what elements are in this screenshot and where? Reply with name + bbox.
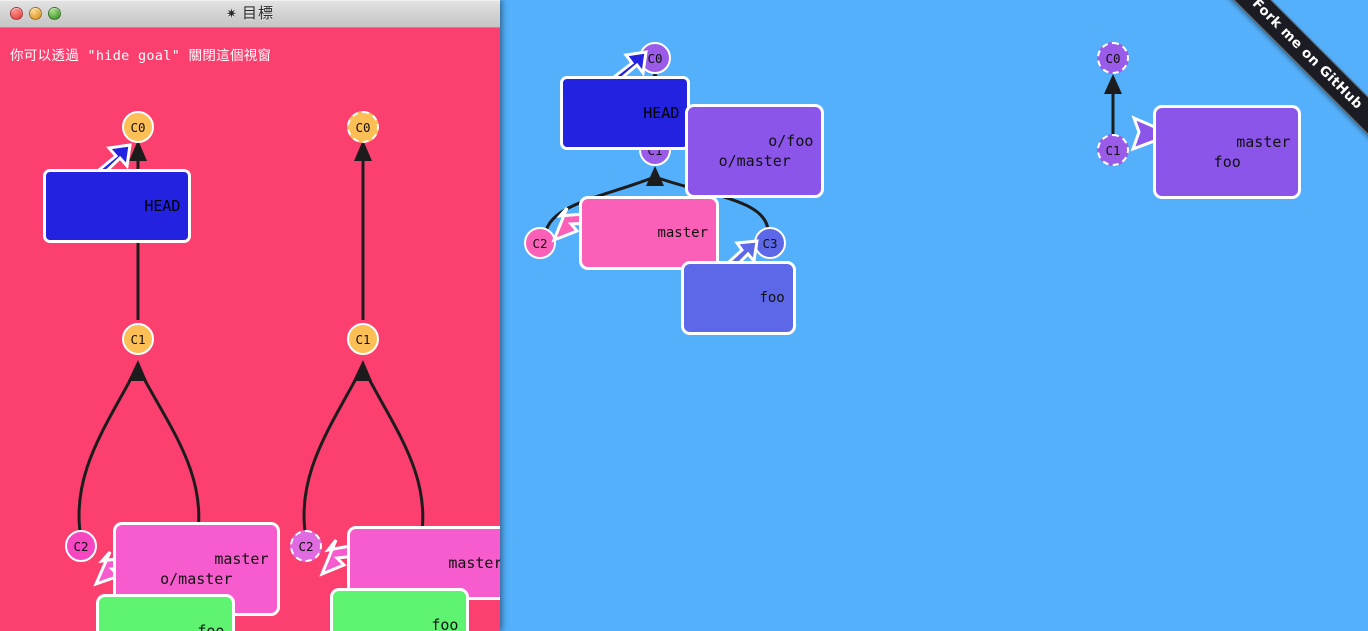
ref-label-text: foo — [431, 616, 459, 631]
ref-label-text: master — [657, 225, 709, 241]
goal-window[interactable]: ✷ 目標 你可以透過 "hide goal" 關閉這個視窗 C0 C1 C2 H… — [0, 0, 500, 631]
foo-label[interactable]: foo — [330, 588, 470, 631]
ref-label-text: foo o/foo — [197, 622, 225, 631]
ref-label-text: master foo — [1213, 133, 1291, 171]
remote-refs-label[interactable]: o/foo o/master — [685, 104, 825, 198]
head-label[interactable]: HEAD — [560, 76, 691, 150]
main-tree-remote: C0 C1 master foo — [1040, 0, 1302, 220]
app-root: C0 C1 C2 C3 HEAD o/foo o/master master f… — [0, 0, 1368, 631]
foo-label[interactable]: foo o/foo — [96, 594, 236, 631]
goal-tree-local: C0 C1 C2 C3 HEAD — [0, 28, 280, 631]
ref-label-text: foo — [759, 290, 785, 306]
ref-label-text: HEAD — [144, 197, 181, 215]
ref-label-text: master o/master — [160, 550, 269, 588]
ref-label-text: o/foo o/master — [718, 132, 814, 170]
head-label[interactable]: HEAD — [43, 169, 192, 243]
master-foo-label[interactable]: master foo — [1153, 105, 1302, 199]
ref-label-text: master — [448, 554, 500, 572]
ref-label-text: HEAD — [643, 104, 680, 122]
foo-label[interactable]: foo — [681, 261, 796, 335]
goal-body: 你可以透過 "hide goal" 關閉這個視窗 C0 C1 C2 HEAD m… — [0, 28, 500, 631]
master-label[interactable]: master — [579, 196, 720, 270]
